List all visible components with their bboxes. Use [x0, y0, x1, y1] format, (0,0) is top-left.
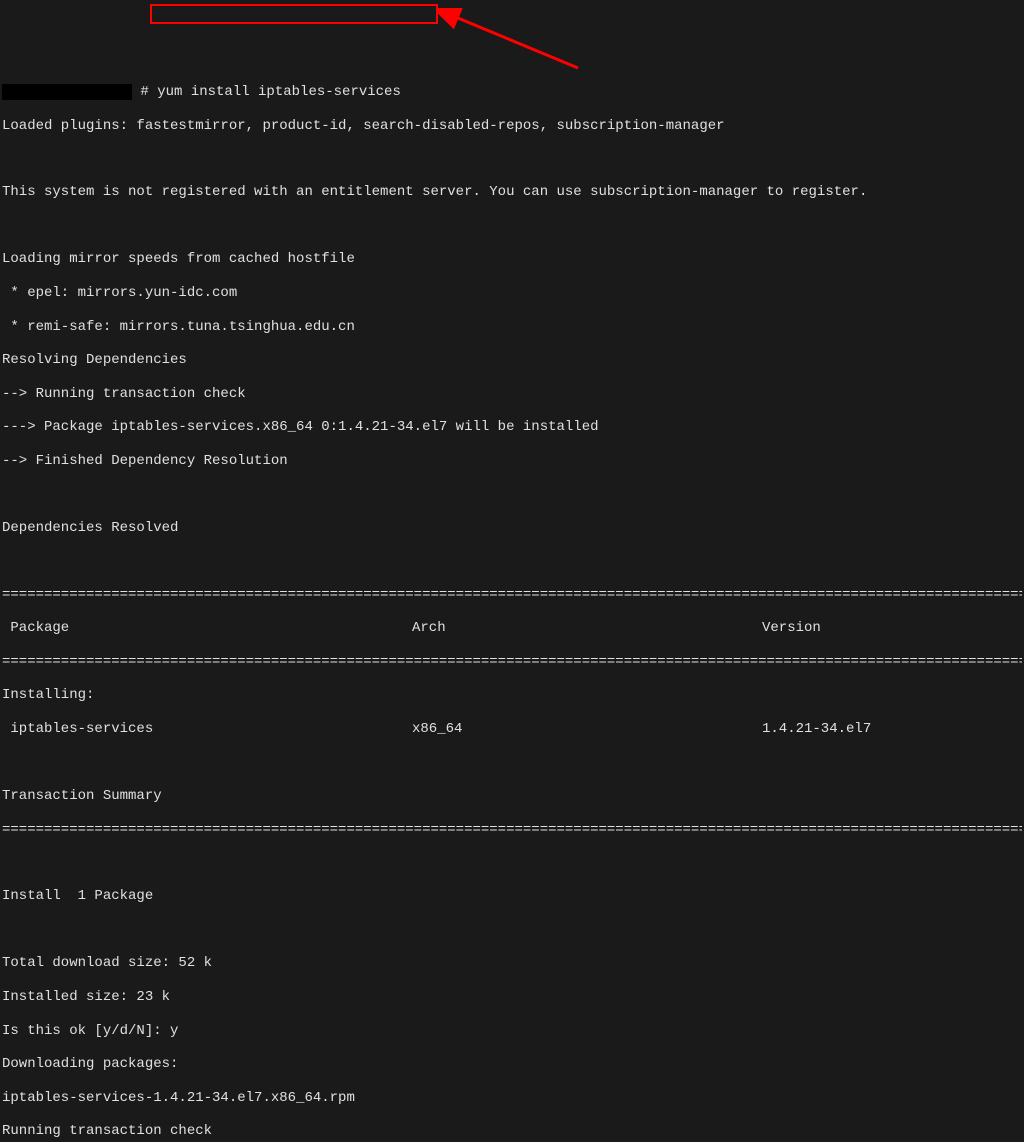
command-text: yum install iptables-services: [157, 84, 401, 101]
header-version: Version: [762, 620, 1022, 637]
output-line: Install 1 Package: [2, 888, 1022, 905]
output-line: Total download size: 52 k: [2, 955, 1022, 972]
header-arch: Arch: [412, 620, 762, 637]
separator-line: ========================================…: [2, 587, 1022, 604]
cell-package: iptables-services: [2, 721, 412, 738]
separator-line: ========================================…: [2, 822, 1022, 839]
output-line: Resolving Dependencies: [2, 352, 1022, 369]
output-line: Installed size: 23 k: [2, 989, 1022, 1006]
output-line: * epel: mirrors.yun-idc.com: [2, 285, 1022, 302]
prompt-symbol: #: [140, 84, 148, 101]
terminal-output[interactable]: # yum install iptables-services Loaded p…: [0, 67, 1024, 1142]
separator-line: ========================================…: [2, 654, 1022, 671]
cell-version: 1.4.21-34.el7: [762, 721, 1022, 738]
output-line: [2, 218, 1022, 235]
cell-arch: x86_64: [412, 721, 762, 738]
output-line: [2, 487, 1022, 504]
output-line: Running transaction check: [2, 1123, 1022, 1140]
header-package: Package: [2, 620, 412, 637]
output-line: [2, 855, 1022, 872]
output-line: This system is not registered with an en…: [2, 184, 1022, 201]
output-line: Loading mirror speeds from cached hostfi…: [2, 251, 1022, 268]
prompt-line: # yum install iptables-services: [2, 84, 1022, 101]
table-header-row: PackageArchVersion: [2, 620, 1022, 637]
output-line: Dependencies Resolved: [2, 520, 1022, 537]
output-line: ---> Package iptables-services.x86_64 0:…: [2, 419, 1022, 436]
output-line: Loaded plugins: fastestmirror, product-i…: [2, 118, 1022, 135]
annotation-highlight-box: [150, 4, 438, 24]
output-line: --> Finished Dependency Resolution: [2, 453, 1022, 470]
redacted-hostname: [2, 84, 132, 100]
installing-label: Installing:: [2, 687, 1022, 704]
output-line: iptables-services-1.4.21-34.el7.x86_64.r…: [2, 1090, 1022, 1107]
output-line: Downloading packages:: [2, 1056, 1022, 1073]
output-line: Transaction Summary: [2, 788, 1022, 805]
output-line: [2, 151, 1022, 168]
output-line: --> Running transaction check: [2, 386, 1022, 403]
output-line: [2, 922, 1022, 939]
prompt-hash: [132, 84, 140, 101]
output-line: [2, 553, 1022, 570]
table-row: iptables-servicesx86_641.4.21-34.el7: [2, 721, 1022, 738]
output-line: * remi-safe: mirrors.tuna.tsinghua.edu.c…: [2, 319, 1022, 336]
output-line: [2, 755, 1022, 772]
output-line: Is this ok [y/d/N]: y: [2, 1023, 1022, 1040]
